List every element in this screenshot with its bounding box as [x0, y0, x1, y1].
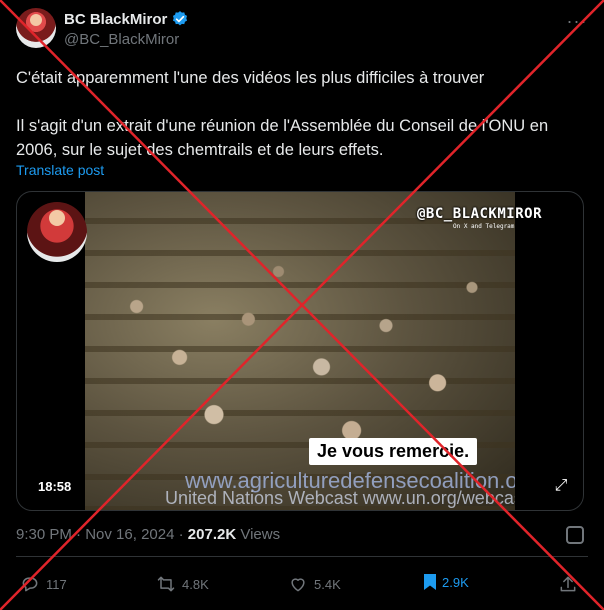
tweet-text: C'était apparemment l'une des vidéos les… [16, 66, 588, 162]
video-watermark: @BC_BLACKMIROR [417, 206, 543, 222]
video-player[interactable]: Je vous remercie. www.agriculturedefense… [16, 191, 584, 511]
video-channel-avatar [27, 202, 87, 262]
bookmark-icon [424, 574, 436, 590]
author-avatar[interactable] [16, 8, 56, 48]
views-count: 207.2K [187, 526, 237, 543]
reply-button[interactable]: 117 [20, 574, 67, 594]
more-options-icon[interactable]: ··· [566, 10, 588, 32]
video-duration: 18:58 [31, 476, 79, 497]
author-handle[interactable]: @BC_BlackMiror [64, 31, 179, 48]
repost-count: 4.8K [182, 576, 209, 592]
post-date[interactable]: Nov 16, 2024 [85, 526, 174, 543]
video-subtitle: Je vous remercie. [309, 438, 478, 465]
translate-post-link[interactable]: Translate post [16, 162, 104, 178]
tweet-line-2: Il s'agit d'un extrait d'une réunion de … [16, 117, 549, 159]
video-webcast-caption: United Nations Webcast www.un.org/webcas… [165, 488, 515, 508]
bookmark-button[interactable]: 2.9K [424, 574, 469, 590]
meta-separator: · [76, 526, 82, 543]
reply-count: 117 [46, 576, 67, 592]
action-bar: 117 4.8K 5.4K 2.9K [16, 570, 588, 604]
post-time[interactable]: 9:30 PM [16, 526, 72, 543]
video-frame[interactable]: Je vous remercie. www.agriculturedefense… [85, 192, 515, 510]
heart-icon [291, 578, 305, 592]
meta-separator: · [178, 526, 184, 543]
tweet-header: BC BlackMiror @BC_BlackMiror ··· [16, 8, 588, 52]
share-icon [560, 576, 576, 592]
divider [16, 556, 588, 557]
tweet-line-1: C'était apparemment l'une des vidéos les… [16, 69, 485, 87]
tweet-meta: 9:30 PM · Nov 16, 2024 · 207.2K Views [16, 526, 280, 543]
repost-icon [157, 576, 175, 592]
verified-badge-icon [173, 11, 188, 26]
views-label: Views [240, 526, 281, 543]
bookmark-count: 2.9K [442, 574, 469, 590]
share-button[interactable] [558, 574, 578, 594]
reply-icon [22, 577, 38, 592]
grok-icon[interactable] [566, 526, 584, 544]
like-count: 5.4K [314, 576, 341, 592]
like-button[interactable]: 5.4K [288, 574, 341, 594]
expand-icon[interactable]: ⤢ [551, 476, 571, 496]
author-name[interactable]: BC BlackMiror [64, 11, 167, 28]
video-watermark-sub: On X and Telegram [453, 223, 515, 230]
repost-button[interactable]: 4.8K [156, 574, 209, 594]
